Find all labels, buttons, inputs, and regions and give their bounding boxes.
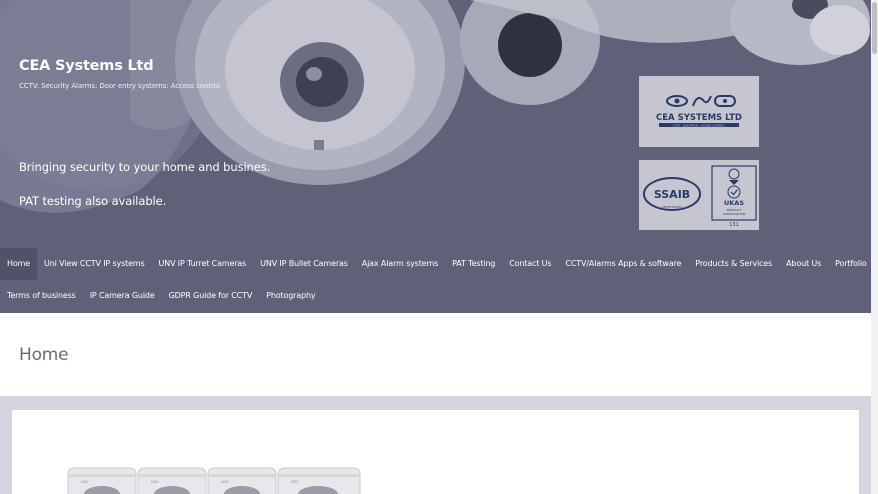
nav-item-products-services[interactable]: Products & Services <box>688 248 779 280</box>
camera-brand-label: unv <box>151 479 159 484</box>
nav-item-unv-turret[interactable]: UNV IP Turret Cameras <box>152 248 254 280</box>
company-logo-subtext: CCTV · ELECTRICAL · ACCESS CONTROL <box>673 123 725 127</box>
nav-item-unv-bullet[interactable]: UNV IP Bullet Cameras <box>253 248 355 280</box>
camera-1: unv <box>67 467 137 494</box>
accreditation-graphic: SSAIB CERTIFICATED UKAS PRODUCT CERTIFIC… <box>643 165 757 228</box>
nav-item-terms[interactable]: Terms of business <box>0 280 83 312</box>
nav-item-uniview-cctv[interactable]: Uni View CCTV IP systems <box>37 248 152 280</box>
nav-item-about[interactable]: About Us <box>779 248 828 280</box>
company-logo-badge: CEA SYSTEMS LTD CCTV · ELECTRICAL · ACCE… <box>639 76 759 147</box>
main-navigation: Home Uni View CCTV IP systems UNV IP Tur… <box>0 248 871 312</box>
ssaib-logo-text: SSAIB <box>654 188 690 201</box>
nav-item-gdpr-guide[interactable]: GDPR Guide for CCTV <box>162 280 260 312</box>
hero-subtagline: PAT testing also available. <box>19 194 167 208</box>
ukas-logo-text: UKAS <box>724 199 744 207</box>
site-header: CEA Systems Ltd CCTV: Security Alarms: D… <box>0 0 871 313</box>
company-logo-text: CEA SYSTEMS LTD <box>656 113 742 123</box>
scrollbar-thumb[interactable] <box>872 2 877 54</box>
nav-item-ajax-alarm[interactable]: Ajax Alarm systems <box>355 248 445 280</box>
company-logo-graphic: CEA SYSTEMS LTD CCTV · ELECTRICAL · ACCE… <box>656 95 742 127</box>
nav-item-portfolio[interactable]: Portfolio <box>828 248 871 280</box>
nav-item-photography[interactable]: Photography <box>259 280 322 312</box>
nav-item-ip-camera-guide[interactable]: IP Camera Guide <box>83 280 162 312</box>
nav-row-secondary: Terms of business IP Camera Guide GDPR G… <box>0 280 871 312</box>
page-title-band <box>0 313 871 396</box>
page-scrollbar[interactable] <box>871 0 878 494</box>
camera-2: unv <box>137 467 207 494</box>
hero-tagline: Bringing security to your home and busin… <box>19 160 271 174</box>
page: CEA Systems Ltd CCTV: Security Alarms: D… <box>0 0 871 494</box>
camera-3: unv <box>207 467 277 494</box>
ukas-subtext-certification: CERTIFICATION <box>723 212 745 216</box>
nav-item-home[interactable]: Home <box>0 248 38 280</box>
site-title[interactable]: CEA Systems Ltd <box>19 58 154 74</box>
camera-brand-label: unv <box>221 479 229 484</box>
turret-cameras-image: unv unv unv unv <box>67 467 361 494</box>
ukas-number: 131 <box>729 222 739 228</box>
site-description: CCTV: Security Alarms: Door entry system… <box>19 82 222 90</box>
camera-brand-label: unv <box>81 479 89 484</box>
page-title: Home <box>19 345 69 365</box>
nav-item-apps-software[interactable]: CCTV/Alarms Apps & software <box>558 248 688 280</box>
nav-row-primary: Home Uni View CCTV IP systems UNV IP Tur… <box>0 248 871 280</box>
nav-item-contact[interactable]: Contact Us <box>502 248 558 280</box>
camera-4: unv <box>277 467 361 494</box>
accreditation-badge: SSAIB CERTIFICATED UKAS PRODUCT CERTIFIC… <box>639 160 759 230</box>
ssaib-subtext: CERTIFICATED <box>661 205 683 209</box>
camera-brand-label: unv <box>291 479 299 484</box>
nav-item-pat-testing[interactable]: PAT Testing <box>445 248 502 280</box>
